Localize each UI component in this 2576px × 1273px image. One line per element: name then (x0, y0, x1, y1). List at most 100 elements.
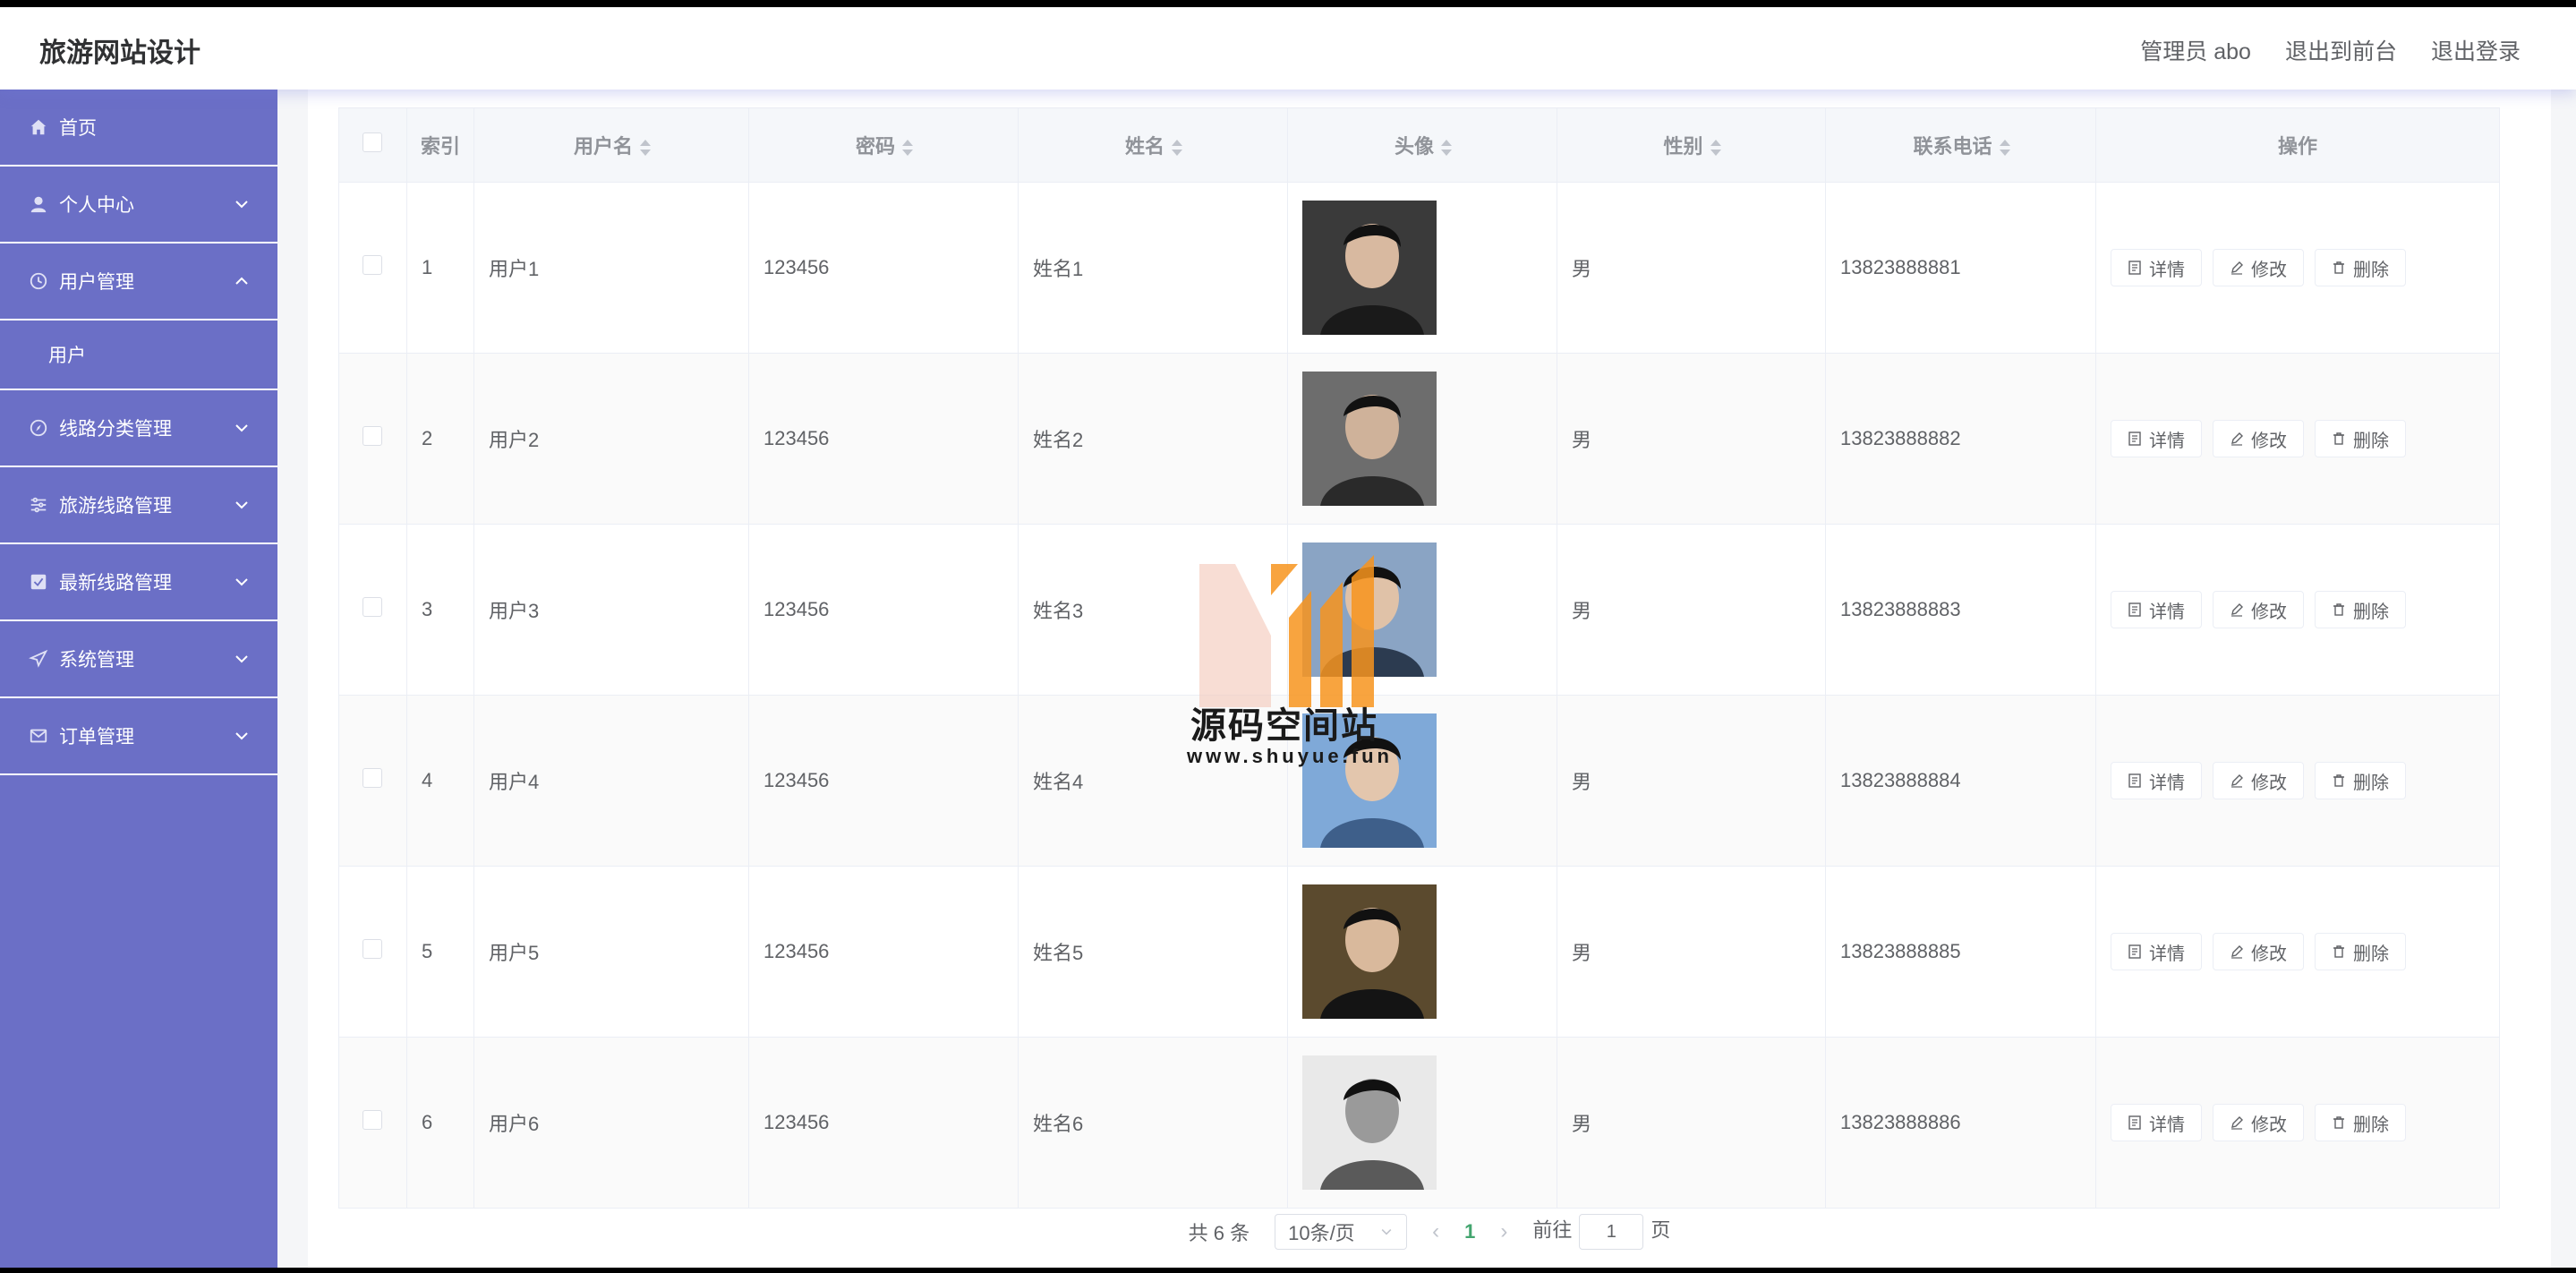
cell-avatar (1287, 353, 1557, 525)
sort-icon[interactable] (1441, 140, 1452, 157)
cell-index: 4 (406, 695, 474, 867)
detail-button[interactable]: 详情 (2111, 591, 2202, 628)
document-icon (2128, 773, 2141, 788)
detail-button[interactable]: 详情 (2111, 249, 2202, 286)
sidebar-item-orders[interactable]: 订单管理 (0, 698, 277, 775)
row-checkbox[interactable] (363, 426, 382, 446)
cell-username: 用户4 (473, 695, 749, 867)
edit-button[interactable]: 修改 (2213, 249, 2304, 286)
row-checkbox[interactable] (363, 597, 382, 617)
sort-icon[interactable] (1172, 140, 1182, 157)
detail-button[interactable]: 详情 (2111, 933, 2202, 970)
column-header-name[interactable]: 姓名 (1018, 107, 1288, 183)
column-header-phone[interactable]: 联系电话 (1825, 107, 2096, 183)
cell-username: 用户6 (473, 1037, 749, 1209)
edit-label: 修改 (2251, 944, 2287, 964)
column-header-label: 姓名 (1124, 135, 1164, 158)
select-all-checkbox[interactable] (363, 132, 382, 152)
sidebar-item-personal-center[interactable]: 个人中心 (0, 167, 277, 243)
delete-button[interactable]: 删除 (2315, 249, 2406, 286)
app-title: 旅游网站设计 (39, 38, 200, 68)
cell-name: 姓名6 (1018, 1037, 1288, 1209)
avatar (1302, 201, 1437, 335)
edit-button[interactable]: 修改 (2213, 1104, 2304, 1141)
trash-icon (2333, 261, 2344, 274)
column-header-actions: 操作 (2095, 107, 2500, 183)
sidebar-item-label: 用户管理 (59, 272, 134, 293)
sort-icon[interactable] (1710, 140, 1721, 157)
cell-password: 123456 (748, 353, 1019, 525)
table-row: 3 用户3 123456 姓名3 男 13823888883 详情 修改 删除 (338, 524, 2500, 696)
cell-name: 姓名1 (1018, 182, 1288, 354)
row-checkbox[interactable] (363, 768, 382, 788)
watermark-url: www.shuyue.fun (1187, 745, 1393, 767)
mail-icon (27, 724, 50, 748)
page-jumper: 前往 页 (1532, 1214, 1670, 1250)
sidebar-item-home[interactable]: 首页 (0, 90, 277, 167)
delete-button[interactable]: 删除 (2315, 933, 2406, 970)
sidebar-item-route-category[interactable]: 线路分类管理 (0, 390, 277, 467)
row-checkbox[interactable] (363, 1110, 382, 1130)
column-header-label: 性别 (1663, 135, 1703, 158)
trash-icon (2333, 1116, 2344, 1129)
prev-page-icon[interactable]: ‹ (1432, 1219, 1439, 1244)
sort-icon[interactable] (902, 140, 913, 157)
row-select-cell (338, 866, 407, 1038)
header-actions: 管理员 abo 退出到前台 退出登录 (2140, 34, 2521, 66)
column-header-gender[interactable]: 性别 (1557, 107, 1826, 183)
sort-icon[interactable] (1999, 140, 2010, 157)
exit-to-front-link[interactable]: 退出到前台 (2285, 34, 2397, 66)
cell-phone: 13823888882 (1825, 353, 2096, 525)
cell-index: 3 (406, 524, 474, 696)
sidebar-item-user-management[interactable]: 用户管理 (0, 243, 277, 320)
delete-label: 删除 (2353, 1115, 2389, 1135)
cell-password: 123456 (748, 524, 1019, 696)
user-icon (27, 192, 50, 216)
next-page-icon[interactable]: › (1500, 1219, 1507, 1244)
logout-link[interactable]: 退出登录 (2431, 34, 2521, 66)
detail-button[interactable]: 详情 (2111, 420, 2202, 457)
row-actions: 详情 修改 删除 (2111, 1104, 2498, 1141)
detail-button[interactable]: 详情 (2111, 1104, 2202, 1141)
admin-label[interactable]: 管理员 abo (2140, 34, 2251, 66)
edit-button[interactable]: 修改 (2213, 762, 2304, 799)
goto-page-input[interactable] (1579, 1214, 1644, 1250)
sort-icon[interactable] (640, 140, 651, 157)
delete-button[interactable]: 删除 (2315, 762, 2406, 799)
row-select-cell (338, 524, 407, 696)
sidebar-item-travel-route[interactable]: 旅游线路管理 (0, 467, 277, 544)
sidebar-item-system[interactable]: 系统管理 (0, 621, 277, 698)
edit-label: 修改 (2251, 1115, 2287, 1135)
delete-button[interactable]: 删除 (2315, 1104, 2406, 1141)
detail-label: 详情 (2149, 1115, 2185, 1135)
edit-button[interactable]: 修改 (2213, 420, 2304, 457)
column-header-password[interactable]: 密码 (748, 107, 1019, 183)
clock-icon (27, 269, 50, 293)
sidebar-item-latest-route[interactable]: 最新线路管理 (0, 544, 277, 621)
edit-button[interactable]: 修改 (2213, 591, 2304, 628)
edit-button[interactable]: 修改 (2213, 933, 2304, 970)
row-checkbox[interactable] (363, 255, 382, 275)
detail-label: 详情 (2149, 260, 2185, 280)
cell-gender: 男 (1557, 866, 1826, 1038)
delete-button[interactable]: 删除 (2315, 591, 2406, 628)
column-header-avatar[interactable]: 头像 (1287, 107, 1557, 183)
goto-prefix: 前往 (1532, 1218, 1573, 1242)
top-header: 旅游网站设计 管理员 abo 退出到前台 退出登录 (0, 7, 2576, 90)
page-size-select[interactable]: 10条/页 (1275, 1214, 1408, 1250)
row-checkbox[interactable] (363, 939, 382, 959)
trash-icon (2333, 432, 2344, 445)
sidebar-subitem-users[interactable]: 用户 (0, 320, 277, 390)
detail-button[interactable]: 详情 (2111, 762, 2202, 799)
edit-icon (2231, 1116, 2243, 1130)
edit-icon (2231, 261, 2243, 275)
user-table: 索引 用户名 密码 姓名 头像 性别 联系电话 操作 1 用户1 123456 姓名1… (338, 107, 2500, 1209)
sidebar-item-label: 个人中心 (59, 195, 134, 216)
column-header-username[interactable]: 用户名 (473, 107, 749, 183)
page-number-current[interactable]: 1 (1464, 1220, 1475, 1243)
delete-button[interactable]: 删除 (2315, 420, 2406, 457)
select-all-header (338, 107, 407, 183)
cell-actions: 详情 修改 删除 (2095, 1037, 2500, 1209)
cell-actions: 详情 修改 删除 (2095, 182, 2500, 354)
column-header-label: 头像 (1394, 135, 1434, 158)
